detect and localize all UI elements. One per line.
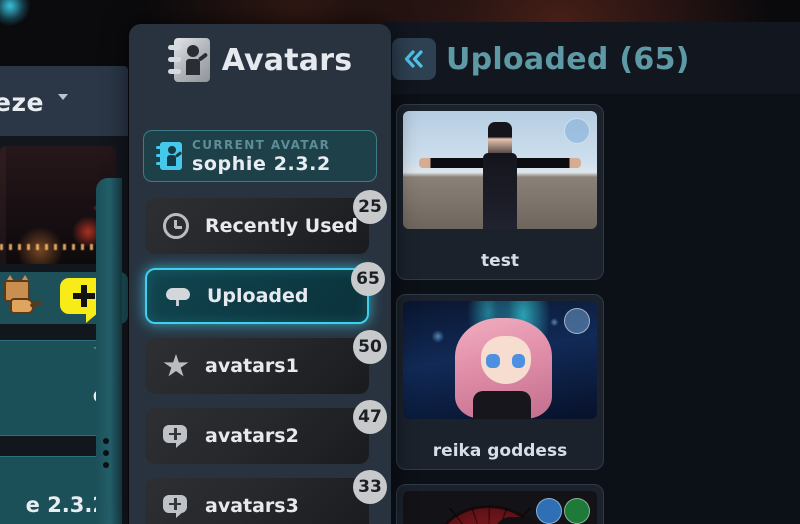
avatar-book-icon: [167, 38, 210, 82]
sidebar-item-label: avatars3: [205, 495, 299, 517]
avatar-thumbnail: [403, 491, 597, 524]
star-icon: [163, 353, 189, 379]
avatar-content-panel: Uploaded (65) test reika goddess Melahrino…: [376, 22, 800, 524]
sidebar-menu-list[interactable]: Recently Used 25 Uploaded 65 avatars1 50 avata…: [129, 190, 391, 524]
sidebar-title: Avatars: [221, 42, 353, 78]
avatar-card-label: reika goddess: [432, 441, 568, 461]
clock-icon: [163, 213, 189, 239]
sidebar-item-count-badge: 47: [353, 400, 387, 434]
avatar-card[interactable]: test: [396, 104, 604, 280]
chevron-down-icon[interactable]: [58, 94, 68, 100]
avatar-card[interactable]: reika goddess: [396, 294, 604, 470]
left-panel-rail: [96, 178, 122, 524]
sidebar-item-label: Recently Used: [205, 215, 359, 237]
sidebar-item-count-badge: 25: [353, 190, 387, 224]
avatar-thumbnail: [403, 111, 597, 229]
sidebar-item-count-badge: 50: [353, 330, 387, 364]
avatars-sidebar: Avatars CURRENT AVATAR sophie 2.3.2 Rece…: [129, 24, 391, 524]
avatar-badge-group: [536, 498, 590, 524]
sidebar-item-avatars1[interactable]: avatars1 50: [145, 330, 387, 394]
sidebar-item-label: avatars1: [205, 355, 299, 377]
content-header: Uploaded (65): [376, 22, 800, 94]
sidebar-item-label: Uploaded: [207, 285, 309, 307]
current-avatar-text: CURRENT AVATAR sophie 2.3.2: [192, 138, 331, 175]
avatar-book-icon-cyan: [156, 142, 183, 170]
avatar-badge-group: [564, 118, 590, 144]
performance-badge-icon: [564, 308, 590, 334]
sidebar-item-count-badge: 65: [351, 262, 385, 296]
avatar-card-grid[interactable]: testreika goddessMelahrinospurple hair t…: [376, 98, 800, 524]
left-panel-header[interactable]: eze: [0, 66, 128, 136]
cat-avatar-icon[interactable]: [0, 275, 43, 318]
cloud-upload-icon: [165, 283, 191, 309]
current-avatar-card[interactable]: CURRENT AVATAR sophie 2.3.2: [143, 130, 377, 182]
left-panel-title: eze: [0, 88, 44, 117]
left-social-panel: eze e e 2.3.2: [0, 66, 128, 524]
avatar-badge-group: [564, 308, 590, 334]
collapse-sidebar-button[interactable]: [392, 38, 436, 80]
sidebar-item-recently-used[interactable]: Recently Used 25: [145, 190, 387, 254]
sidebar-item-uploaded[interactable]: Uploaded 65: [145, 262, 385, 324]
avatar-card[interactable]: Melahrinos: [396, 484, 604, 524]
performance-badge-icon: [564, 498, 590, 524]
double-chevron-left-icon: [404, 50, 423, 68]
performance-badge-icon: [564, 118, 590, 144]
sidebar-title-row: Avatars: [129, 24, 391, 96]
glow-orb-icon: [0, 0, 30, 26]
bubble-plus-icon: [163, 423, 189, 449]
sidebar-item-label: avatars2: [205, 425, 299, 447]
avatar-thumbnail: [403, 301, 597, 419]
sidebar-item-count-badge: 33: [353, 470, 387, 504]
current-avatar-name: sophie 2.3.2: [192, 152, 331, 175]
left-card-two-text: e 2.3.2: [25, 493, 107, 517]
sidebar-item-avatars2[interactable]: avatars2 47: [145, 400, 387, 464]
current-avatar-label: CURRENT AVATAR: [192, 137, 331, 152]
bubble-plus-icon: [163, 493, 189, 519]
avatar-card-label: test: [481, 251, 519, 271]
performance-badge-icon: [536, 498, 562, 524]
drag-dots-icon[interactable]: [103, 438, 109, 468]
page-title: Uploaded (65): [446, 42, 690, 77]
screen-root: eze e e 2.3.2: [0, 0, 800, 524]
sidebar-item-avatars3[interactable]: avatars3 33: [145, 470, 387, 524]
